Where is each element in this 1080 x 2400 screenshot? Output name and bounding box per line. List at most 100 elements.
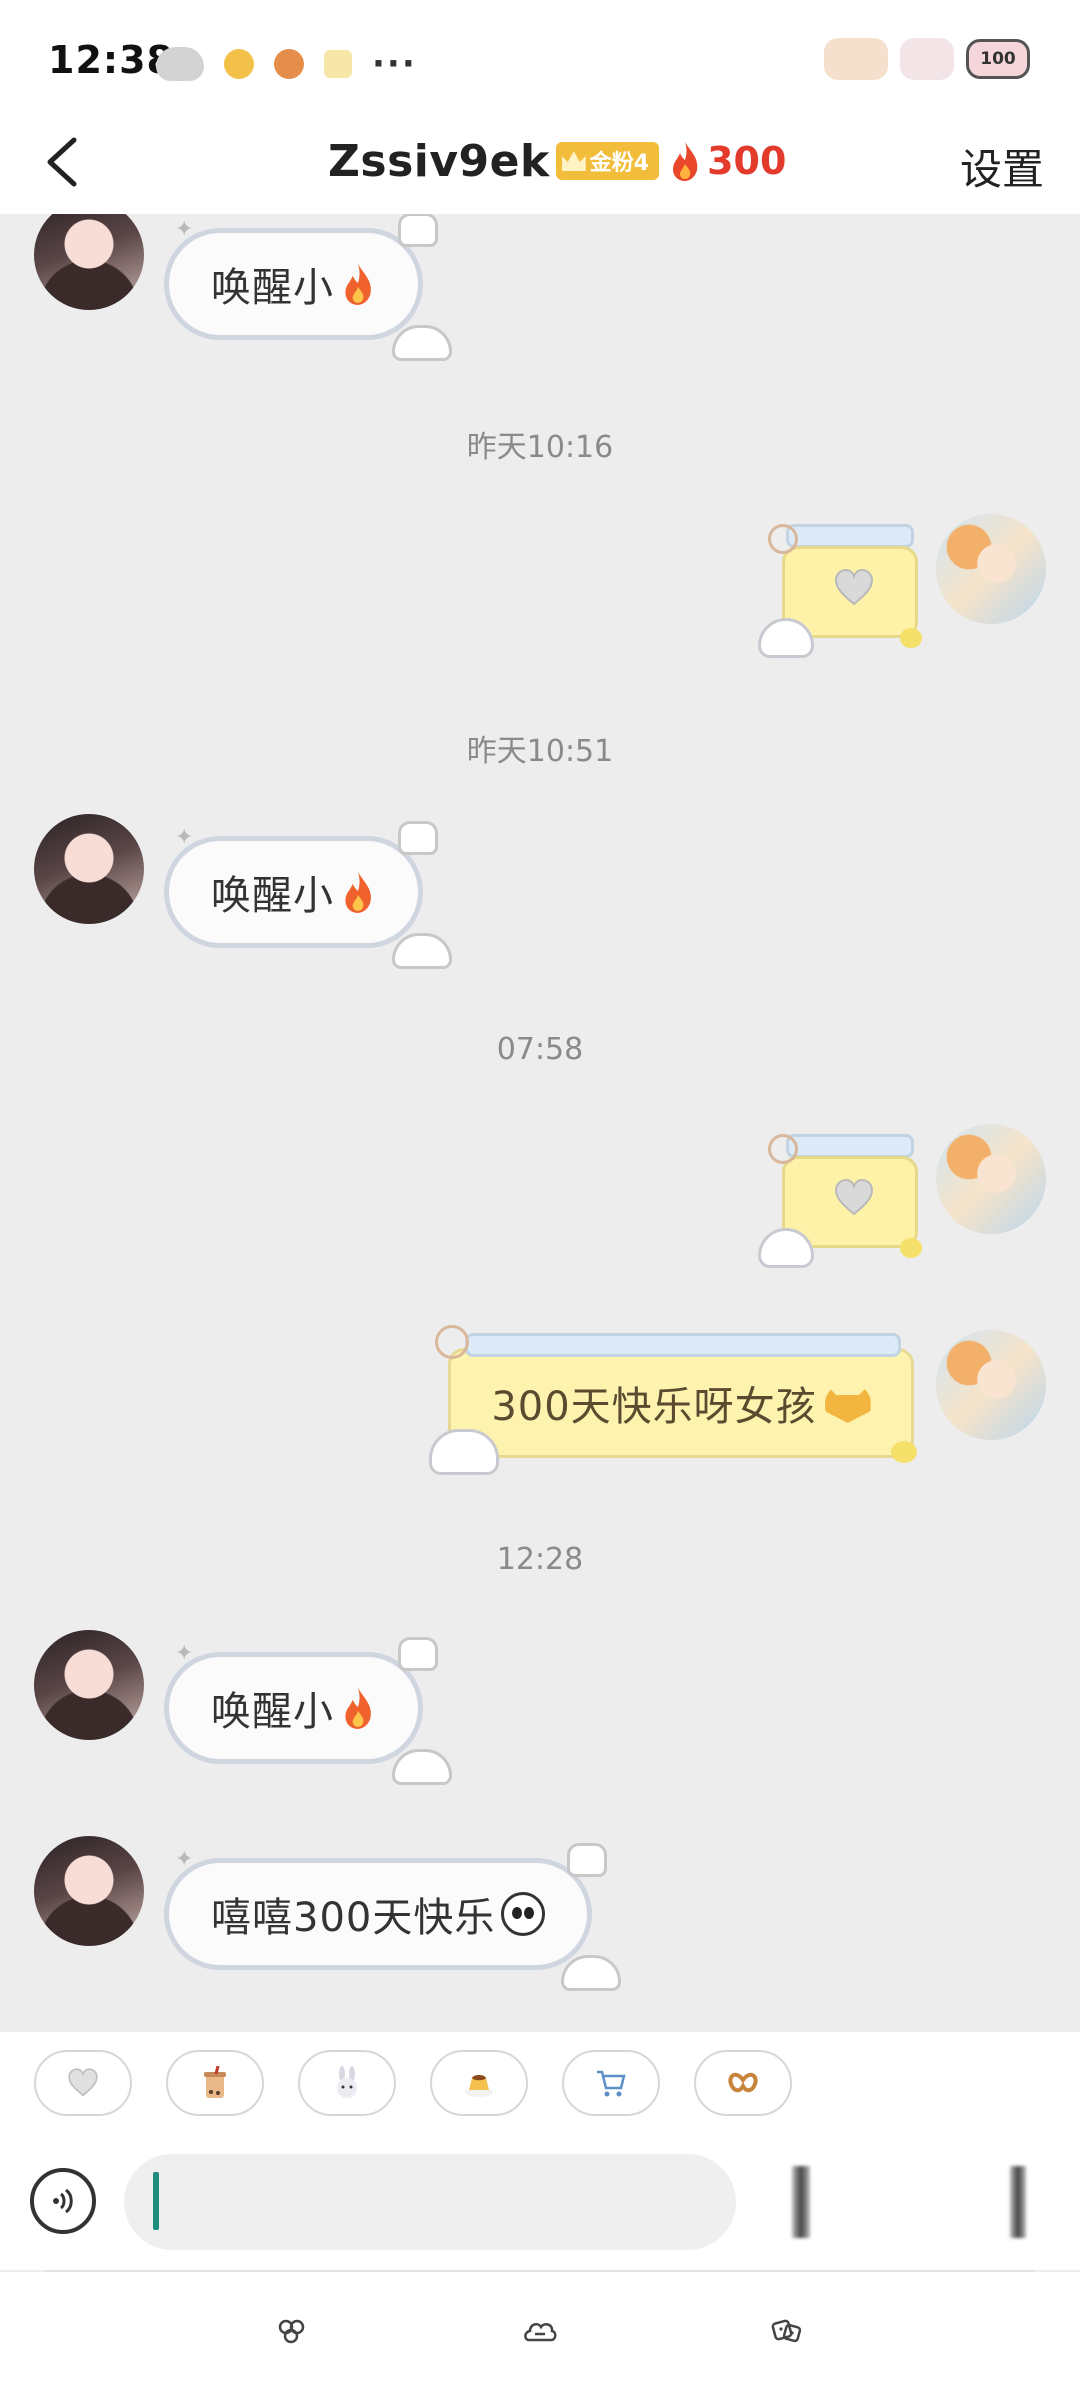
message-text: 唤醒小 — [211, 265, 334, 311]
message-text: 嘻嘻300天快乐 — [211, 1895, 496, 1941]
fire-icon — [345, 872, 371, 913]
message-input[interactable] — [124, 2154, 736, 2250]
cart-icon — [597, 2070, 626, 2097]
message-text: 唤醒小 — [211, 1689, 334, 1735]
cat-sticker-icon — [900, 38, 954, 80]
status-bar: 12:38 ··· 100 — [0, 0, 1080, 110]
heart-jar-sticker[interactable] — [758, 1134, 922, 1268]
pretzel-icon — [728, 2072, 758, 2093]
my-avatar[interactable] — [936, 514, 1046, 624]
bunny-decoration — [429, 1429, 499, 1475]
quick-sticker-bar — [0, 2032, 1080, 2136]
blurred-button[interactable] — [1010, 2166, 1026, 2238]
quick-sticker-cart[interactable] — [562, 2050, 660, 2116]
notification-icon — [224, 49, 254, 79]
voice-input-button[interactable] — [30, 2168, 96, 2234]
contact-avatar[interactable] — [34, 1630, 144, 1740]
sparkle-decoration: ✦ — [175, 825, 195, 850]
heart-icon — [68, 2068, 98, 2097]
jar-lid — [786, 524, 914, 548]
sparkle-decoration: ✦ — [175, 1847, 195, 1872]
cloud-icon[interactable] — [523, 2316, 557, 2346]
bottom-toolbar — [0, 2272, 1080, 2400]
contact-avatar[interactable] — [34, 814, 144, 924]
streak-count: 300 — [707, 139, 787, 183]
back-arrow-icon[interactable] — [36, 132, 92, 192]
message-timestamp: 昨天10:16 — [466, 430, 614, 465]
ribbon-bow — [768, 524, 798, 554]
sparkle-decoration: ✦ — [175, 1641, 195, 1666]
message-list[interactable]: ✦ 唤醒小 昨天10:16 昨天10:51 ✦ 唤醒小 07:58 300天快乐… — [0, 214, 1080, 2032]
voice-wave-icon — [53, 2188, 73, 2214]
cat-sticker-decoration — [392, 325, 452, 361]
battery-level: 100 — [980, 49, 1016, 69]
quick-sticker-bubble-tea[interactable] — [166, 2050, 264, 2116]
contact-avatar[interactable] — [34, 1836, 144, 1946]
message-timestamp: 昨天10:51 — [466, 734, 614, 769]
cat-sticker-decoration — [392, 1749, 452, 1785]
message-bubble-incoming[interactable]: ✦ 唤醒小 — [164, 821, 452, 969]
ribbon-bow — [435, 1325, 469, 1359]
dice-icon[interactable] — [770, 2316, 804, 2346]
settings-button[interactable]: 设置 — [960, 136, 1044, 197]
quick-sticker-rabbit[interactable] — [298, 2050, 396, 2116]
notification-icon — [274, 49, 304, 79]
quick-sticker-pudding[interactable] — [430, 2050, 528, 2116]
message-bubble-incoming[interactable]: ✦ 唤醒小 — [164, 1637, 452, 1785]
fan-level-badge: 金粉4 — [555, 142, 660, 180]
cat-sticker-decoration — [398, 214, 438, 247]
panda-icon — [501, 1892, 546, 1936]
fan-badge-label: 金粉4 — [589, 151, 650, 176]
my-avatar[interactable] — [936, 1124, 1046, 1234]
heart-icon — [834, 1178, 874, 1216]
cat-sticker-decoration — [398, 1637, 438, 1671]
ribbon-bow — [768, 1134, 798, 1164]
battery-icon: 100 — [966, 39, 1030, 79]
my-avatar[interactable] — [936, 1330, 1046, 1440]
quick-sticker-pretzel[interactable] — [694, 2050, 792, 2116]
cat-sticker-decoration — [392, 933, 452, 969]
lemon-decoration — [891, 1441, 917, 1463]
message-timestamp: 07:58 — [496, 1032, 584, 1067]
message-timestamp: 12:28 — [496, 1542, 584, 1577]
blurred-button[interactable] — [792, 2166, 810, 2238]
heart-jar-sticker[interactable] — [758, 524, 922, 658]
heart-icon — [834, 568, 874, 606]
cat-sticker-decoration — [398, 821, 438, 855]
fire-icon — [345, 1688, 371, 1729]
chat-title-group[interactable]: Zssiv9ek 金粉4 300 — [328, 130, 786, 192]
message-input-row — [0, 2136, 1080, 2270]
flame-icon — [673, 142, 698, 181]
chat-title: Zssiv9ek — [328, 135, 550, 187]
message-bubble-incoming[interactable]: ✦ 唤醒小 — [164, 214, 452, 361]
mouse-sticker-icon — [156, 47, 204, 81]
sticker-icon — [824, 38, 888, 80]
jar-lid — [465, 1333, 901, 1357]
lemon-decoration — [900, 628, 922, 648]
message-bubble-outgoing[interactable]: 300天快乐呀女孩 — [429, 1325, 917, 1475]
more-dots-icon: ··· — [372, 44, 417, 84]
beer-icon — [324, 50, 352, 78]
cat-sticker-decoration — [561, 1955, 622, 1991]
text-cursor — [153, 2172, 159, 2230]
sparkle-decoration: ✦ — [175, 217, 195, 242]
message-text: 300天快乐呀女孩 — [491, 1384, 817, 1430]
bubble-tea-icon — [204, 2066, 226, 2098]
fire-icon — [345, 264, 371, 305]
flower-icon[interactable] — [275, 2316, 309, 2346]
chat-header: Zssiv9ek 金粉4 300 设置 — [0, 110, 1080, 214]
fox-icon — [824, 1383, 871, 1423]
quick-sticker-heart[interactable] — [34, 2050, 132, 2116]
message-text: 唤醒小 — [211, 873, 334, 919]
status-icons-left: ··· — [156, 44, 417, 84]
lemon-decoration — [900, 1238, 922, 1258]
contact-avatar[interactable] — [34, 214, 144, 310]
cat-sticker-decoration — [567, 1843, 608, 1877]
chat-screen: 12:38 ··· 100 Zssiv9ek 金粉4 300 设置 ✦ 唤醒小 … — [0, 0, 1080, 2400]
status-icons-right: 100 — [824, 38, 1030, 80]
message-bubble-incoming[interactable]: ✦ 嘻嘻300天快乐 — [164, 1843, 622, 1991]
jar-lid — [786, 1134, 914, 1158]
pudding-icon — [465, 2075, 493, 2097]
rabbit-icon — [337, 2066, 357, 2098]
crown-icon — [561, 151, 586, 171]
